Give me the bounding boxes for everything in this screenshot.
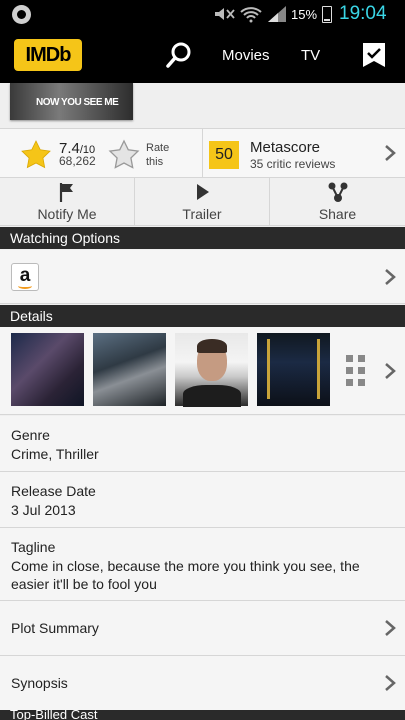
plot-summary-row[interactable]: Plot Summary bbox=[0, 601, 405, 656]
play-icon bbox=[197, 184, 209, 200]
metascore-title[interactable]: Metascore bbox=[250, 139, 320, 156]
star-rating-icon bbox=[21, 140, 51, 169]
genre-label: Genre bbox=[11, 427, 50, 443]
plot-summary-label: Plot Summary bbox=[11, 620, 99, 636]
status-bar: 15% 19:04 bbox=[0, 0, 405, 28]
share-label: Share bbox=[318, 206, 357, 222]
amazon-icon: a bbox=[11, 263, 39, 291]
notify-me-label: Notify Me bbox=[37, 206, 97, 222]
release-date-label: Release Date bbox=[11, 483, 96, 499]
movie-photo-2[interactable] bbox=[93, 333, 166, 406]
chevron-right-icon bbox=[385, 675, 396, 691]
action-row: Notify Me Trailer Share bbox=[0, 178, 405, 226]
poster-strip: NOW YOU SEE ME bbox=[0, 83, 405, 125]
movie-poster[interactable]: NOW YOU SEE ME bbox=[10, 83, 133, 120]
search-icon[interactable] bbox=[164, 40, 194, 70]
section-header-top-billed-cast: Top-Billed Cast bbox=[0, 710, 405, 720]
nav-tv[interactable]: TV bbox=[301, 47, 320, 64]
flag-icon bbox=[59, 183, 73, 202]
share-button[interactable]: Share bbox=[270, 178, 405, 225]
tagline-row: Tagline Come in close, because the more … bbox=[0, 528, 405, 601]
chevron-right-icon bbox=[385, 269, 396, 285]
photo-hair bbox=[197, 339, 227, 353]
app-bar: IMDb Movies TV bbox=[0, 28, 405, 83]
trailer-button[interactable]: Trailer bbox=[135, 178, 270, 225]
rating-count: 68,262 bbox=[59, 154, 96, 168]
mute-icon bbox=[215, 8, 235, 20]
nav-movies[interactable]: Movies bbox=[222, 47, 270, 64]
wifi-icon bbox=[240, 7, 262, 23]
movie-photo-3[interactable] bbox=[175, 333, 248, 407]
metascore-badge: 50 bbox=[209, 141, 239, 169]
synopsis-row[interactable]: Synopsis bbox=[0, 656, 405, 711]
rating-row: 7.4/10 68,262 Rate this 50 Metascore 35 … bbox=[0, 128, 405, 178]
rate-this-button[interactable]: Rate this bbox=[146, 141, 186, 169]
release-date-row: Release Date 3 Jul 2013 bbox=[0, 472, 405, 528]
section-header-details: Details bbox=[0, 305, 405, 327]
signal-icon bbox=[268, 6, 286, 22]
genre-value: Crime, Thriller bbox=[11, 446, 99, 462]
photo-figure bbox=[183, 385, 241, 407]
rate-star-icon[interactable] bbox=[108, 139, 140, 171]
clock: 19:04 bbox=[339, 3, 387, 24]
metascore-reviews[interactable]: 35 critic reviews bbox=[250, 157, 335, 171]
notify-me-button[interactable]: Notify Me bbox=[0, 178, 135, 225]
photo-stage-light bbox=[267, 339, 270, 399]
genre-row: Genre Crime, Thriller bbox=[0, 416, 405, 472]
movie-photo-4[interactable] bbox=[257, 333, 330, 406]
release-date-value: 3 Jul 2013 bbox=[11, 502, 76, 518]
battery-percent: 15% bbox=[291, 7, 318, 22]
imdb-logo[interactable]: IMDb bbox=[14, 39, 82, 71]
movie-photo-1[interactable] bbox=[11, 333, 84, 406]
poster-title: NOW YOU SEE ME bbox=[36, 97, 119, 108]
chevron-right-icon bbox=[385, 620, 396, 636]
app-notification-icon bbox=[12, 5, 31, 24]
section-header-watching-options: Watching Options bbox=[0, 227, 405, 249]
chevron-right-icon[interactable] bbox=[383, 144, 397, 162]
chevron-right-icon[interactable] bbox=[383, 362, 397, 380]
watching-option-row[interactable]: a bbox=[0, 250, 405, 304]
share-icon bbox=[328, 182, 347, 202]
trailer-label: Trailer bbox=[182, 206, 222, 222]
synopsis-label: Synopsis bbox=[11, 675, 68, 691]
more-photos-grid-icon[interactable] bbox=[345, 354, 367, 388]
tagline-value: Come in close, because the more you thin… bbox=[11, 558, 360, 592]
photos-row bbox=[0, 327, 405, 415]
user-rating-block: 7.4/10 68,262 Rate this bbox=[0, 129, 203, 177]
photo-stage-light bbox=[317, 339, 320, 399]
watchlist-icon[interactable] bbox=[362, 42, 386, 68]
tagline-label: Tagline bbox=[11, 539, 56, 555]
battery-icon bbox=[322, 6, 332, 23]
